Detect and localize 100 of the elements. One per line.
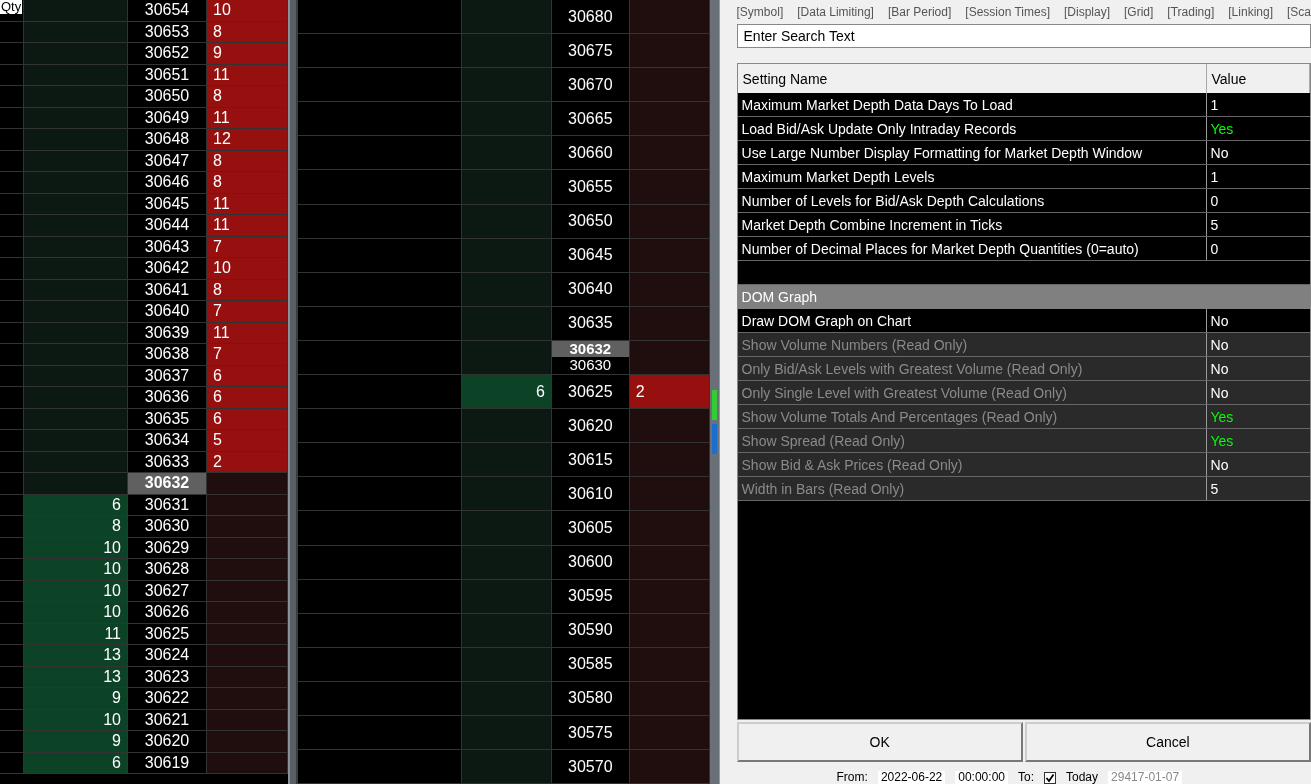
- setting-name[interactable]: Only Single Level with Greatest Volume (Read Only): [737, 381, 1207, 404]
- setting-value[interactable]: No: [1210, 312, 1229, 329]
- price-cell: 30645: [551, 238, 630, 273]
- settings-tab[interactable]: [Bar Period]: [887, 5, 952, 19]
- grid-cell: [0, 688, 24, 710]
- settings-tab[interactable]: [Session Times]: [965, 5, 1050, 19]
- grid-cell: [0, 236, 24, 258]
- setting-value[interactable]: 1: [1210, 168, 1219, 185]
- dialog-button[interactable]: Cancel: [1024, 722, 1311, 762]
- ask-cell: 7: [207, 344, 288, 366]
- search-field[interactable]: Enter Search Text: [736, 24, 1311, 48]
- setting-name[interactable]: Use Large Number Display Formatting for Market Depth Window: [737, 141, 1207, 164]
- today-checkbox[interactable]: [1044, 772, 1056, 784]
- today-label: Today: [1066, 771, 1099, 784]
- setting-value[interactable]: 5: [1210, 216, 1219, 233]
- setting-name[interactable]: Show Spread (Read Only): [737, 429, 1207, 452]
- grid-cell: [0, 43, 24, 65]
- price-cell: 30626: [128, 602, 207, 624]
- price-cell: 30646: [128, 172, 207, 194]
- price-cell: 30632: [128, 473, 207, 495]
- date-field[interactable]: 29417-01-07: [1108, 771, 1183, 784]
- price-cell: 30643: [128, 236, 207, 258]
- setting-name[interactable]: Show Volume Numbers (Read Only): [737, 333, 1207, 356]
- settings-tab[interactable]: [Trading]: [1167, 5, 1215, 19]
- bid-cell: 10: [24, 580, 128, 602]
- grid-cell: [0, 516, 24, 538]
- setting-name[interactable]: Width in Bars (Read Only): [737, 477, 1207, 500]
- panel-splitter[interactable]: [288, 0, 298, 784]
- price-cell: 30640: [128, 301, 207, 323]
- setting-name[interactable]: Number of Decimal Places for Market Depth Quantities (0=auto): [737, 237, 1207, 260]
- price-cell: 30650: [128, 86, 207, 108]
- setting-name[interactable]: Market Depth Combine Increment in Ticks: [737, 213, 1207, 236]
- settings-tab[interactable]: [Data Limiting]: [797, 5, 874, 19]
- price-cell: 30570: [551, 750, 630, 784]
- price-cell: 30575: [551, 715, 630, 751]
- price-cell: 30635: [128, 408, 207, 430]
- settings-tab[interactable]: [Linking]: [1228, 5, 1273, 19]
- price-cell: 30670: [551, 68, 630, 103]
- grid-cell: [0, 365, 24, 387]
- bid-cell: 10: [24, 709, 128, 731]
- grid-cell: [0, 430, 24, 452]
- price-cell: 30622: [128, 688, 207, 710]
- price-cell: 30620: [128, 731, 207, 753]
- setting-value[interactable]: Yes: [1210, 120, 1234, 137]
- price-cell: 30641: [128, 279, 207, 301]
- grid-cell: [0, 473, 24, 495]
- setting-value[interactable]: 1: [1210, 96, 1219, 113]
- setting-name[interactable]: Maximum Market Depth Levels: [737, 165, 1207, 188]
- setting-value[interactable]: Yes: [1210, 408, 1234, 425]
- setting-value[interactable]: 0: [1210, 240, 1219, 257]
- setting-value[interactable]: 5: [1210, 480, 1219, 497]
- ask-cell: 8: [207, 86, 288, 108]
- price-cell: 30660: [551, 136, 630, 171]
- setting-name[interactable]: Load Bid/Ask Update Only Intraday Records: [737, 117, 1207, 140]
- setting-name[interactable]: Show Bid & Ask Prices (Read Only): [737, 453, 1207, 476]
- setting-value[interactable]: 0: [1210, 192, 1219, 209]
- grid-cell: [0, 559, 24, 581]
- settings-tab[interactable]: [Symbol]: [736, 5, 784, 19]
- ask-cell: 6: [207, 408, 288, 430]
- setting-name[interactable]: Draw DOM Graph on Chart: [737, 309, 1207, 332]
- bid-cell: 6: [24, 752, 128, 774]
- price-cell: 30651: [128, 64, 207, 86]
- setting-name[interactable]: Maximum Market Depth Data Days To Load: [737, 93, 1207, 116]
- setting-value[interactable]: No: [1210, 144, 1229, 161]
- price-cell: 30675: [551, 34, 630, 69]
- column-header: Value: [1206, 64, 1310, 93]
- setting-value[interactable]: No: [1210, 336, 1229, 353]
- grid-cell: [0, 193, 24, 215]
- time-field[interactable]: 00:00:00: [955, 771, 1008, 784]
- grid-cell: [0, 580, 24, 602]
- grid-cell: [0, 451, 24, 473]
- setting-value[interactable]: No: [1210, 360, 1229, 377]
- dialog-button[interactable]: OK: [736, 722, 1023, 762]
- ask-cell: 6: [207, 365, 288, 387]
- bid-cell: 8: [24, 516, 128, 538]
- settings-tab[interactable]: [Sca: [1287, 5, 1311, 19]
- ask-cell: 10: [207, 258, 288, 280]
- setting-value[interactable]: No: [1210, 456, 1229, 473]
- scrollbar[interactable]: [709, 0, 719, 784]
- bid-cell: 10: [24, 602, 128, 624]
- settings-tab[interactable]: [Grid]: [1124, 5, 1154, 19]
- price-cell: 30623: [128, 666, 207, 688]
- price-cell: 30632 30630: [551, 340, 630, 376]
- ask-cell: 12: [207, 129, 288, 151]
- grid-cell: [0, 602, 24, 624]
- setting-value[interactable]: Yes: [1210, 432, 1234, 449]
- bid-cell: 13: [24, 645, 128, 667]
- price-cell: 30590: [551, 613, 630, 648]
- setting-name[interactable]: Show Volume Totals And Percentages (Read Only): [737, 405, 1207, 428]
- date-field[interactable]: 2022-06-22: [877, 771, 946, 784]
- bid-cell: 9: [24, 688, 128, 710]
- settings-tab[interactable]: [Display]: [1064, 5, 1110, 19]
- setting-name[interactable]: Number of Levels for Bid/Ask Depth Calculations: [737, 189, 1207, 212]
- grid-cell: [0, 129, 24, 151]
- setting-value[interactable]: No: [1210, 384, 1229, 401]
- price-cell: 30680: [551, 0, 630, 35]
- bid-cell: 6: [24, 494, 128, 516]
- grid-cell: [0, 408, 24, 430]
- price-cell: 30655: [551, 170, 630, 205]
- setting-name[interactable]: Only Bid/Ask Levels with Greatest Volume (Read Only): [737, 357, 1207, 380]
